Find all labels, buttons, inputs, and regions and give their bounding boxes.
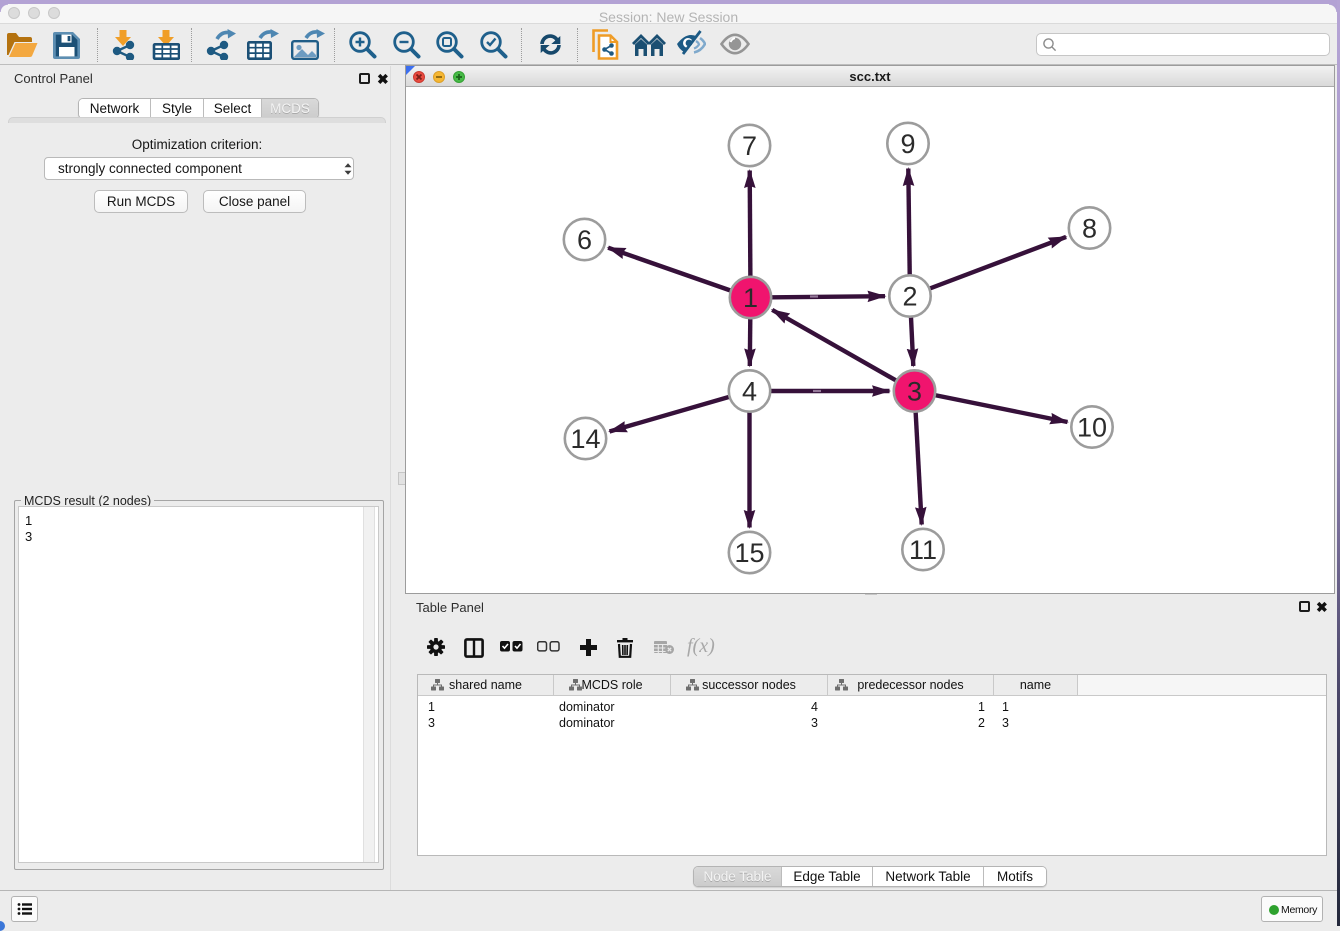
svg-text:7: 7 — [742, 131, 757, 161]
svg-text:4: 4 — [742, 377, 757, 407]
svg-text:14: 14 — [570, 424, 600, 454]
svg-text:10: 10 — [1077, 413, 1107, 443]
svg-text:1: 1 — [743, 283, 758, 313]
svg-text:8: 8 — [1082, 214, 1097, 244]
svg-text:15: 15 — [734, 538, 764, 568]
svg-text:2: 2 — [902, 282, 917, 312]
svg-text:6: 6 — [577, 225, 592, 255]
svg-text:9: 9 — [900, 129, 915, 159]
svg-text:11: 11 — [909, 535, 937, 565]
svg-text:3: 3 — [907, 377, 922, 407]
